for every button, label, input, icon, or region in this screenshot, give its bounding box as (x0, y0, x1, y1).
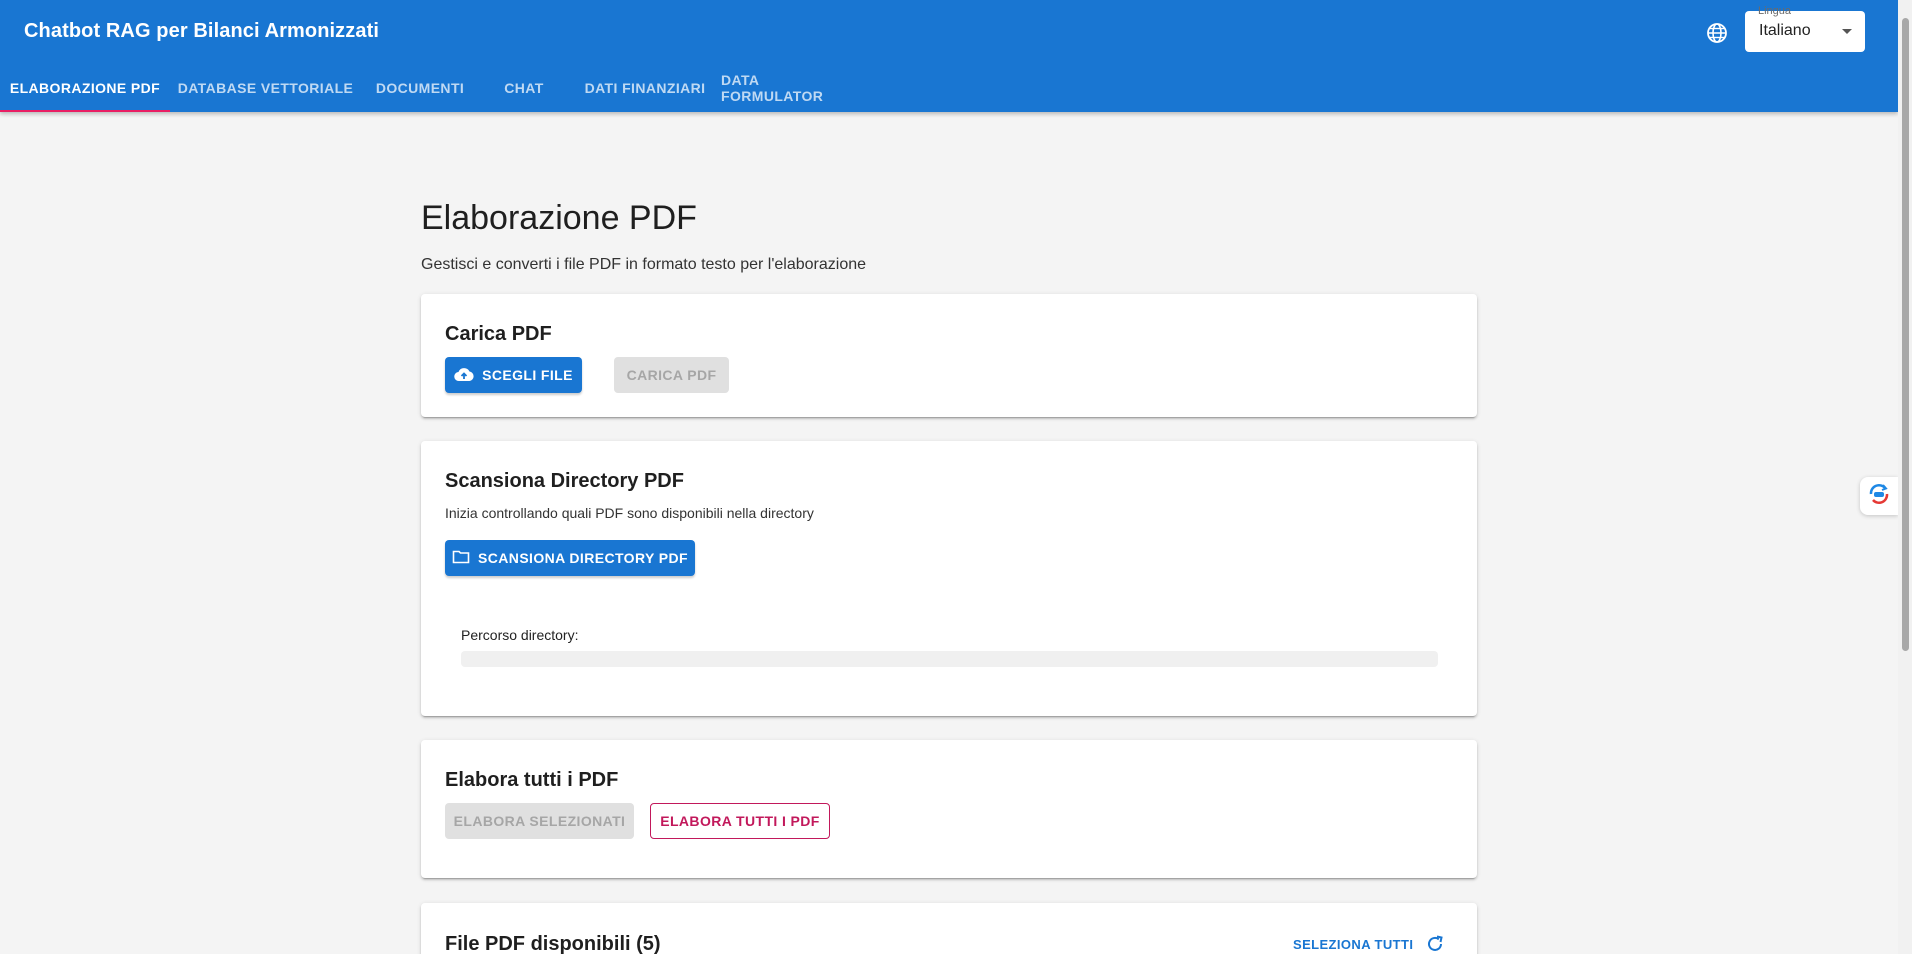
main-tabs: ELABORAZIONE PDF DATABASE VETTORIALE DOC… (0, 64, 862, 112)
language-select-label: Lingua (1758, 5, 1792, 17)
globe-icon[interactable] (1705, 21, 1729, 45)
page-subtitle: Gestisci e converti i file PDF in format… (421, 256, 867, 273)
tab-elaborazione-pdf[interactable]: ELABORAZIONE PDF (0, 64, 170, 112)
scan-directory-label: SCANSIONA DIRECTORY PDF (478, 550, 688, 566)
tab-database-vettoriale[interactable]: DATABASE VETTORIALE (170, 64, 361, 112)
choose-file-label: SCEGLI FILE (482, 367, 573, 383)
scan-directory-button[interactable]: SCANSIONA DIRECTORY PDF (445, 540, 695, 576)
files-card: File PDF disponibili (5) SELEZIONA TUTTI (421, 903, 1477, 954)
translate-widget[interactable] (1860, 477, 1898, 515)
scan-card-title: Scansiona Directory PDF (445, 470, 684, 492)
page-title: Elaborazione PDF (421, 199, 697, 237)
app-bar: Chatbot RAG per Bilanci Armonizzati Ling… (0, 0, 1898, 112)
refresh-icon[interactable] (1425, 934, 1445, 954)
process-card: Elabora tutti i PDF ELABORA SELEZIONATI … (421, 740, 1477, 878)
tab-chat[interactable]: CHAT (479, 64, 569, 112)
scan-description: Inizia controllando quali PDF sono dispo… (445, 505, 814, 521)
caret-down-icon (1842, 29, 1852, 34)
app-title: Chatbot RAG per Bilanci Armonizzati (24, 20, 380, 42)
scan-card: Scansiona Directory PDF Inizia controlla… (421, 441, 1477, 716)
folder-icon (452, 549, 470, 567)
tab-dati-finanziari[interactable]: DATI FINANZIARI (569, 64, 721, 112)
scrollbar-thumb[interactable] (1902, 18, 1909, 651)
directory-path-field (461, 651, 1438, 667)
select-all-button[interactable]: SELEZIONA TUTTI (1293, 937, 1413, 952)
translate-widget-icon (1866, 481, 1892, 512)
upload-pdf-button[interactable]: CARICA PDF (614, 357, 729, 393)
directory-path-label: Percorso directory: (461, 627, 579, 643)
choose-file-button[interactable]: SCEGLI FILE (445, 357, 582, 393)
tab-documenti[interactable]: DOCUMENTI (361, 64, 479, 112)
process-card-title: Elabora tutti i PDF (445, 769, 619, 791)
page-scrollbar[interactable] (1898, 0, 1912, 954)
cloud-upload-icon (454, 366, 474, 385)
language-select[interactable]: Lingua Italiano (1745, 5, 1865, 52)
files-card-title: File PDF disponibili (5) (445, 933, 661, 954)
upload-card-title: Carica PDF (445, 323, 552, 345)
tab-data-formulator[interactable]: DATA FORMULATOR (721, 64, 862, 112)
upload-card: Carica PDF SCEGLI FILE CARICA PDF (421, 294, 1477, 417)
language-select-value: Italiano (1759, 22, 1811, 39)
process-selected-button[interactable]: ELABORA SELEZIONATI (445, 803, 634, 839)
process-all-button[interactable]: ELABORA TUTTI I PDF (650, 803, 830, 839)
